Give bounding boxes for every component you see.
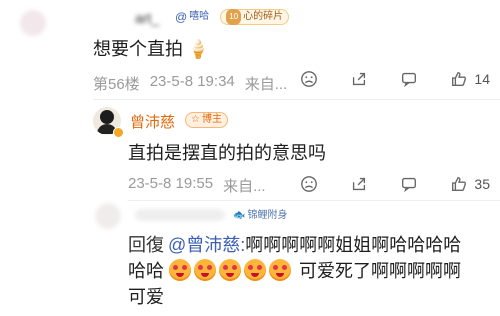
verified-icon [113,127,124,138]
mention[interactable]: @曾沛慈: [168,235,245,255]
reply-prefix: 回復 [128,235,164,255]
heart-eyes-emoji-icon [219,259,242,281]
avatar[interactable] [20,10,46,36]
reply-line-3: 可爱 [128,287,164,307]
comment-icon[interactable] [400,70,418,88]
reply-text: 回復 @曾沛慈:啊啊啊啊啊姐姐啊哈哈哈哈 哈哈 可爱死了啊啊啊啊啊 可爱 [128,232,488,310]
divider [128,200,500,201]
badge-koi[interactable]: 🐟 锦鲤附身 [228,208,292,224]
badge-heart-fragment[interactable]: 10 心的碎片 [220,9,290,25]
comment-meta: 第56楼 23-5-8 19:34 来自... [93,73,288,93]
star-icon: ☆ [191,114,200,125]
ice-cream-icon: 🍦 [187,39,210,59]
reply-line-1: 回復 @曾沛慈:啊啊啊啊啊姐姐啊哈哈哈哈 [128,235,462,255]
action-bar: 14 [300,70,490,88]
sad-face-icon[interactable] [300,175,318,193]
reply-line-2: 哈哈 可爱死了啊啊啊啊啊 [128,259,462,281]
like-button[interactable]: 35 [450,175,490,193]
comment-icon[interactable] [400,175,418,193]
thumbs-up-icon [452,72,467,86]
heart-eyes-emoji-icon [194,259,217,281]
fish-icon: 🐟 [233,210,246,221]
like-count: 35 [474,176,490,192]
swirl-icon: @ [175,10,188,24]
action-bar: 35 [300,175,490,193]
comment-text: 想要个直拍 🍦 [93,39,210,59]
level-badge: 10 [226,9,242,25]
username[interactable]: 曾沛慈 [130,111,175,132]
divider [93,99,500,100]
heart-eyes-emoji-icon [269,259,292,281]
user-badges: @ 嘻哈 10 心的碎片 [170,9,290,25]
host-badge[interactable]: ☆ 博主 [185,112,228,128]
like-count: 14 [474,71,490,87]
avatar[interactable] [95,203,121,229]
username[interactable]: art_ [135,10,159,26]
heart-eyes-emoji-icon [169,259,192,281]
username[interactable] [135,209,225,221]
comment-text: 直拍是摆直的拍的意思吗 [128,143,326,163]
heart-eyes-emoji-icon [244,259,267,281]
sad-face-icon[interactable] [300,70,318,88]
share-icon[interactable] [350,175,368,193]
share-icon[interactable] [350,70,368,88]
comment-meta: 23-5-8 19:55 来自... [128,175,266,195]
like-button[interactable]: 14 [450,70,490,88]
thumbs-up-icon [452,177,467,191]
badge-xiha[interactable]: @ 嘻哈 [170,9,214,25]
